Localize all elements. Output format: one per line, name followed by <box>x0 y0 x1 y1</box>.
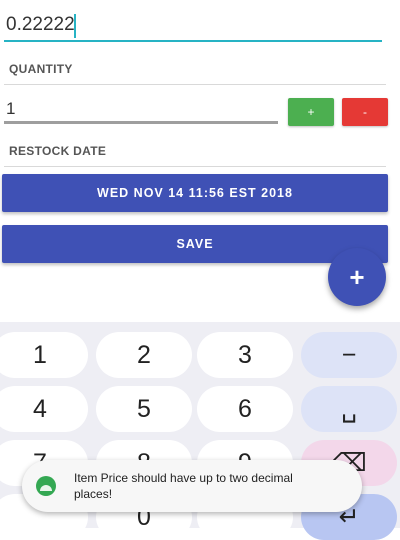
quantity-input[interactable] <box>4 96 278 124</box>
save-button[interactable]: SAVE <box>2 225 388 263</box>
increase-quantity-button[interactable]: + <box>288 98 334 126</box>
price-input[interactable] <box>4 10 382 42</box>
divider <box>4 166 386 167</box>
toast-message: Item Price should have up to two decimal… <box>22 460 362 512</box>
key-6[interactable]: 6 <box>197 386 293 432</box>
toast-text: Item Price should have up to two decimal… <box>74 470 293 501</box>
text-caret <box>74 14 76 38</box>
add-fab-button[interactable]: + <box>328 248 386 306</box>
divider <box>4 84 386 85</box>
key-3[interactable]: 3 <box>197 332 293 378</box>
app-icon <box>36 476 56 496</box>
decrease-quantity-button[interactable]: - <box>342 98 388 126</box>
restock-date-label: RESTOCK DATE <box>9 144 107 158</box>
quantity-label: QUANTITY <box>9 62 73 76</box>
key-5[interactable]: 5 <box>96 386 192 432</box>
key-minus[interactable]: − <box>301 332 397 378</box>
key-2[interactable]: 2 <box>96 332 192 378</box>
key-4[interactable]: 4 <box>0 386 88 432</box>
key-1[interactable]: 1 <box>0 332 88 378</box>
key-space[interactable]: ␣ <box>301 386 397 432</box>
restock-date-button[interactable]: WED NOV 14 11:56 EST 2018 <box>2 174 388 212</box>
